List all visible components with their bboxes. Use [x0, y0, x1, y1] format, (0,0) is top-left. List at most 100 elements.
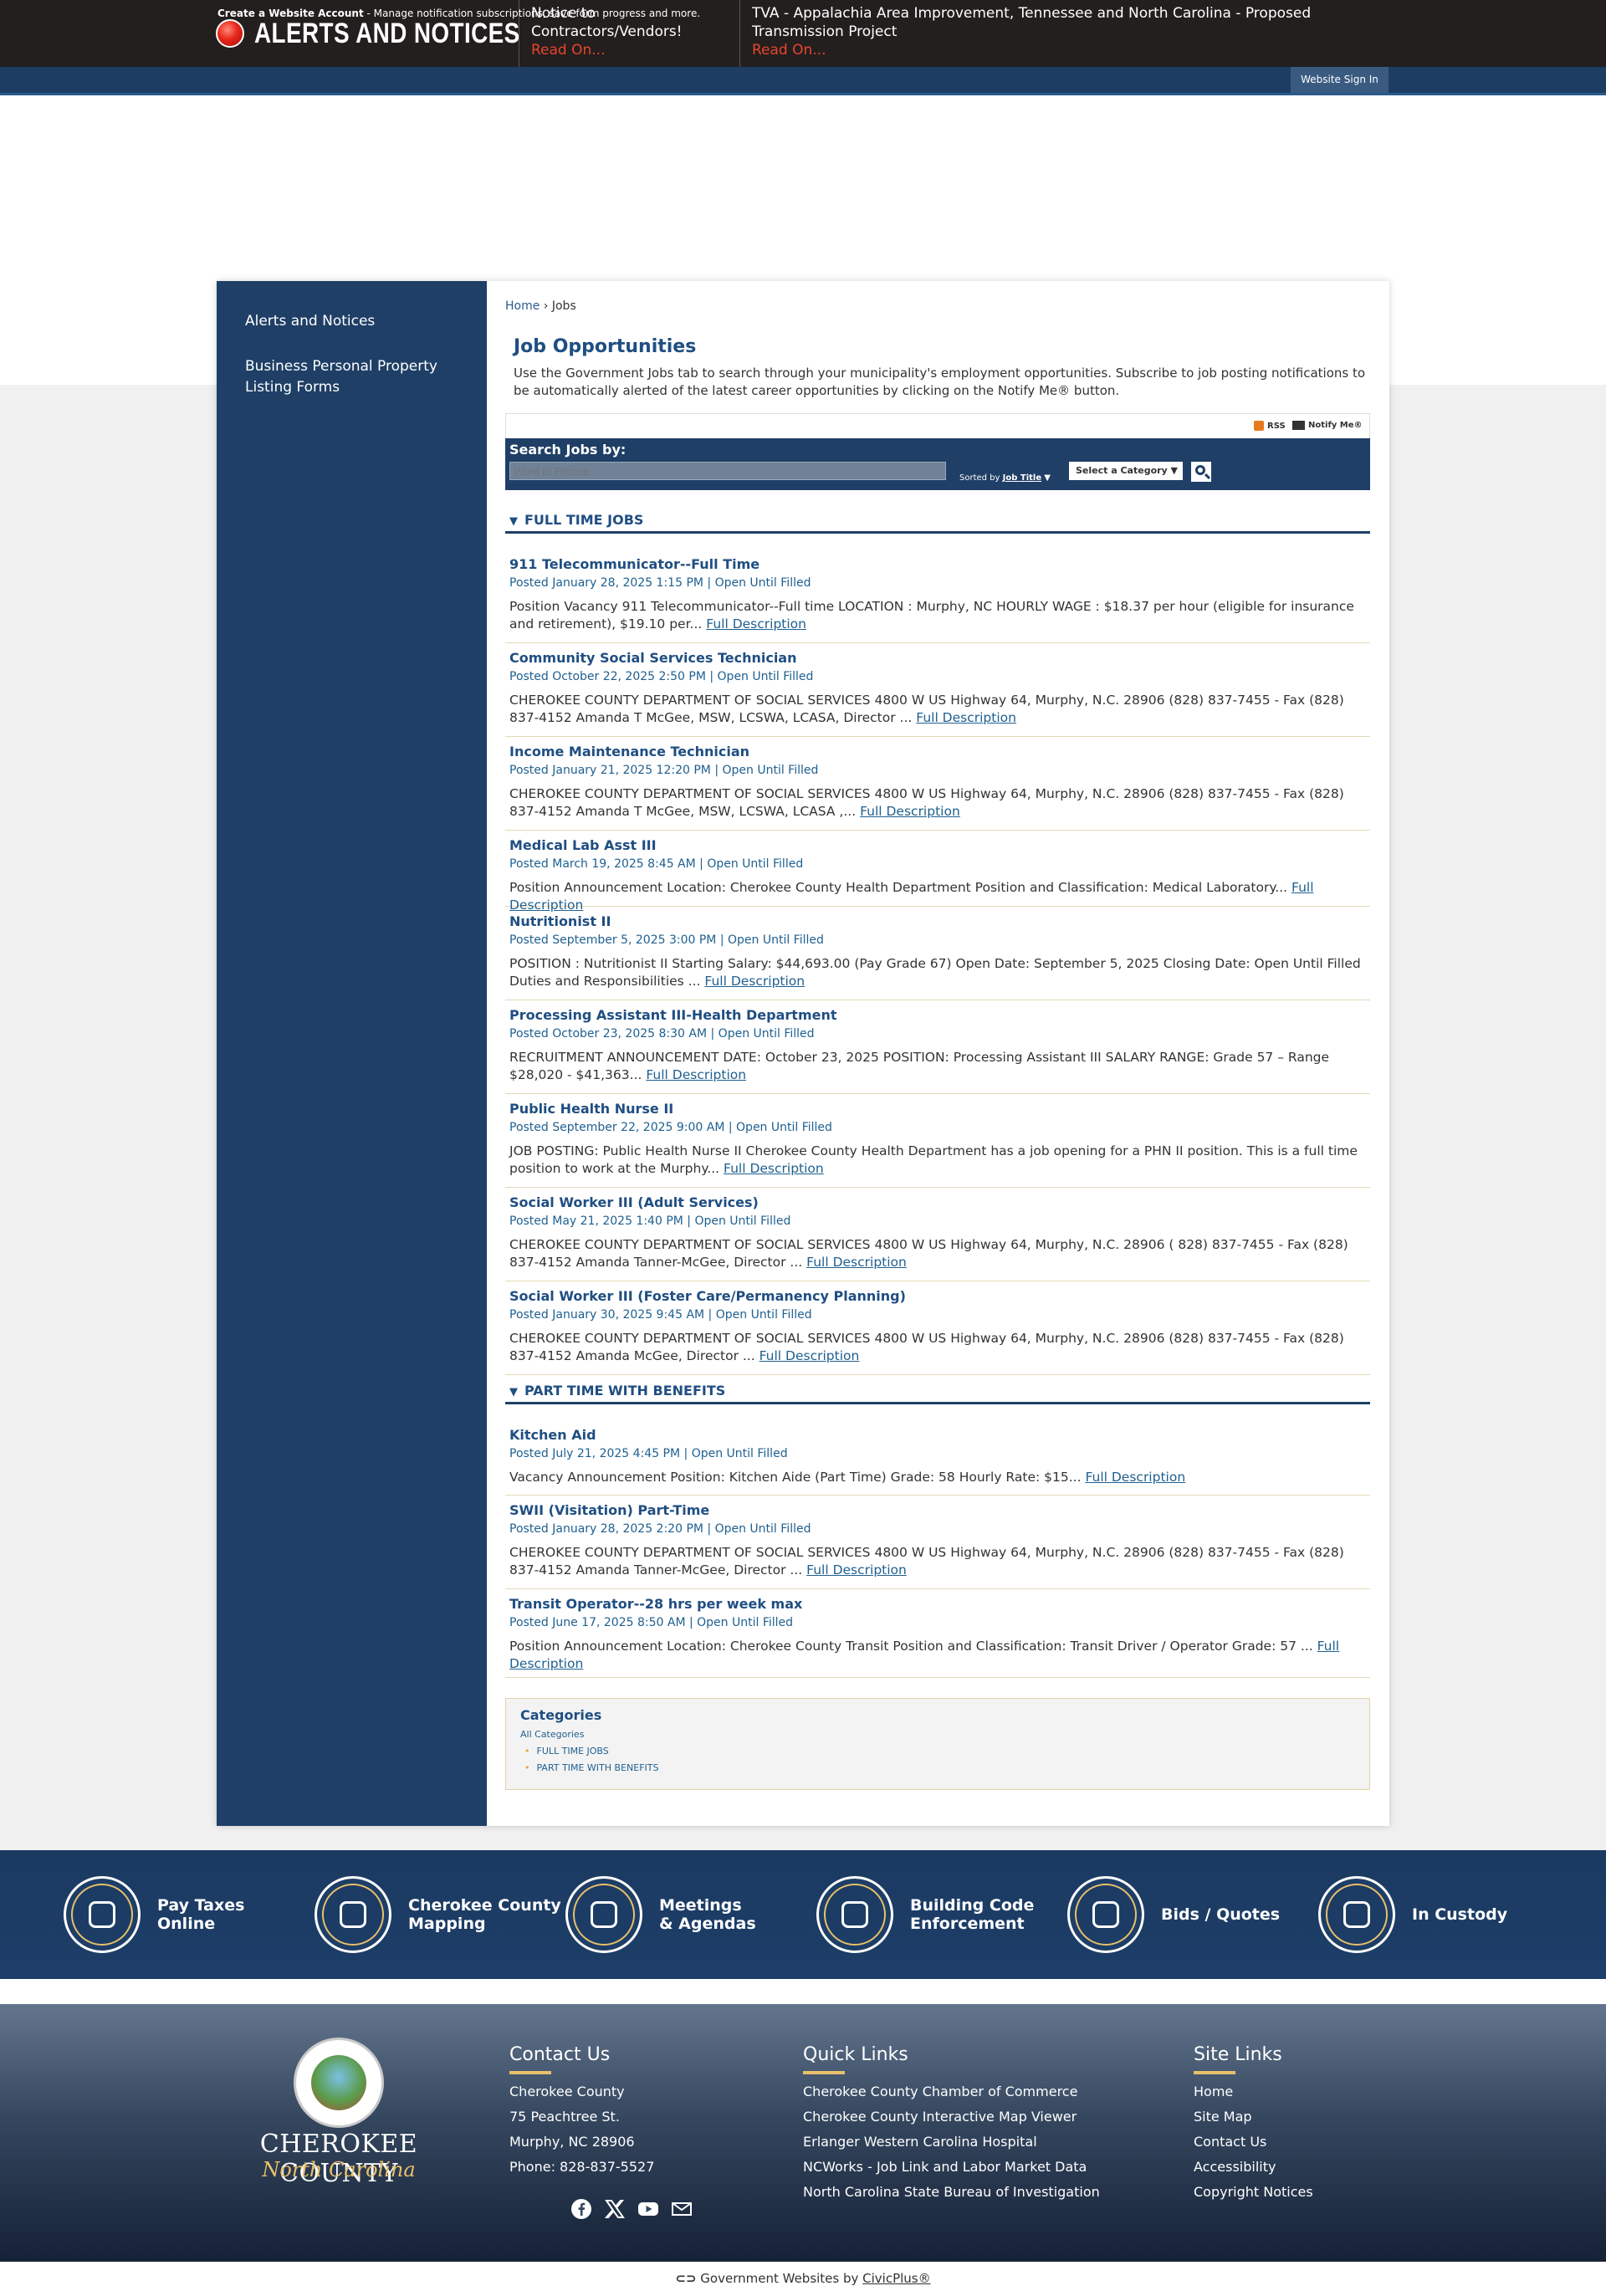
categories-title: Categories — [520, 1707, 602, 1723]
job-listing: Income Maintenance Technician Posted Janu… — [505, 737, 1370, 831]
quick-link-button[interactable]: Building Code Enforcement — [816, 1876, 1034, 1953]
job-title-link[interactable]: Transit Operator--28 hrs per week max — [509, 1596, 802, 1612]
site-link-copyright[interactable]: Copyright Notices — [1194, 2184, 1313, 2200]
category-link-part-time[interactable]: • PART TIME WITH BENEFITS — [524, 1762, 658, 1773]
county-seal-logo[interactable] — [294, 2038, 384, 2128]
full-description-link[interactable]: Full Description — [704, 974, 805, 989]
breadcrumb-home[interactable]: Home — [505, 299, 540, 313]
contact-us-title: Contact Us — [509, 2044, 611, 2074]
job-description: Position Announcement Location: Cherokee… — [509, 1638, 1367, 1673]
notify-me-link[interactable]: Notify Me® — [1292, 421, 1363, 430]
search-button[interactable] — [1191, 462, 1211, 482]
category-select[interactable]: Select a Category ▼ — [1069, 462, 1183, 480]
county-state: North Carolina — [262, 2158, 416, 2181]
collapse-icon: ▼ — [509, 1386, 518, 1399]
section-part-time[interactable]: ▼ PART TIME WITH BENEFITS — [505, 1383, 1370, 1404]
full-description-link[interactable]: Full Description — [916, 710, 1016, 725]
sidebar-item-business-property[interactable]: Business Personal Property Listing Forms — [245, 356, 463, 398]
job-title-link[interactable]: Kitchen Aid — [509, 1427, 596, 1443]
job-posted-date: Posted October 23, 2025 8:30 AM | Open U… — [509, 1027, 815, 1041]
job-description: RECRUITMENT ANNOUNCEMENT DATE: October 2… — [509, 1049, 1367, 1084]
job-title-link[interactable]: Public Health Nurse II — [509, 1101, 673, 1117]
quick-link-button[interactable]: Pay Taxes Online — [64, 1876, 244, 1953]
full-description-link[interactable]: Full Description — [724, 1161, 824, 1176]
job-search-panel: Search Jobs by: Sorted by Job Title ▼ Se… — [505, 438, 1370, 490]
sort-field[interactable]: Job Title — [1003, 473, 1041, 483]
job-title-link[interactable]: Community Social Services Technician — [509, 650, 796, 666]
quick-link[interactable]: Cherokee County Interactive Map Viewer — [803, 2109, 1077, 2125]
quick-link-circle — [315, 1876, 391, 1953]
job-title-link[interactable]: Social Worker III (Foster Care/Permanenc… — [509, 1288, 906, 1304]
job-title-link[interactable]: Processing Assistant III-Health Departme… — [509, 1007, 837, 1023]
quick-link-button[interactable]: In Custody — [1318, 1876, 1507, 1953]
facebook-icon[interactable] — [570, 2198, 592, 2220]
full-description-link[interactable]: Full Description — [646, 1067, 746, 1082]
x-icon[interactable] — [604, 2198, 626, 2220]
create-account-link[interactable]: Create a Website Account — [217, 8, 364, 19]
search-label: Search Jobs by: — [509, 442, 627, 458]
read-on-link[interactable]: Read On... — [752, 41, 1313, 59]
job-title-link[interactable]: SWII (Visitation) Part-Time — [509, 1502, 709, 1518]
alert-icon — [216, 19, 244, 48]
site-link-site-map[interactable]: Site Map — [1194, 2109, 1252, 2125]
quick-link-button[interactable]: Bids / Quotes — [1067, 1876, 1280, 1953]
quick-link[interactable]: Erlanger Western Carolina Hospital — [803, 2134, 1037, 2150]
quick-link-label: Building Code Enforcement — [910, 1896, 1035, 1933]
job-posted-date: Posted October 22, 2025 2:50 PM | Open U… — [509, 670, 814, 683]
sign-in-button[interactable]: Website Sign In — [1291, 67, 1389, 93]
job-title-link[interactable]: Nutritionist II — [509, 913, 611, 929]
job-posted-date: Posted March 19, 2025 8:45 AM | Open Unt… — [509, 857, 804, 871]
quick-link-button[interactable]: Meetings & Agendas — [565, 1876, 756, 1953]
job-title-link[interactable]: Income Maintenance Technician — [509, 744, 749, 759]
full-description-link[interactable]: Full Description — [860, 804, 960, 819]
rss-link[interactable]: RSS — [1254, 421, 1286, 431]
quick-link-button[interactable]: Cherokee County Mapping — [315, 1876, 561, 1953]
section-full-time[interactable]: ▼ FULL TIME JOBS — [505, 512, 1370, 534]
job-title-link[interactable]: 911 Telecommunicator--Full Time — [509, 556, 760, 572]
job-posted-date: Posted May 21, 2025 1:40 PM | Open Until… — [509, 1214, 791, 1228]
breadcrumb: Home › Jobs — [505, 299, 576, 313]
civicplus-credit: ⊂⊃ Government Websites by CivicPlus® — [0, 2262, 1606, 2296]
site-links-title: Site Links — [1194, 2044, 1282, 2074]
email-icon[interactable] — [671, 2198, 693, 2220]
rss-label: RSS — [1267, 421, 1286, 431]
breadcrumb-current: Jobs — [551, 299, 576, 313]
job-title-link[interactable]: Medical Lab Asst III — [509, 837, 657, 853]
alert-text: TVA - Appalachia Area Improvement, Tenne… — [752, 5, 1312, 40]
feed-toolbar: RSS Notify Me® — [505, 413, 1370, 438]
quick-link-circle — [1067, 1876, 1144, 1953]
all-categories-link[interactable]: All Categories — [520, 1729, 584, 1740]
full-description-link[interactable]: Full Description — [760, 1348, 860, 1363]
quick-link[interactable]: North Carolina State Bureau of Investiga… — [803, 2184, 1100, 2200]
search-icon — [1195, 465, 1205, 475]
quick-links-title: Quick Links — [803, 2044, 908, 2074]
sidebar-item-alerts[interactable]: Alerts and Notices — [245, 311, 463, 332]
job-posted-date: Posted January 30, 2025 9:45 AM | Open U… — [509, 1308, 812, 1322]
job-listing: Public Health Nurse II Posted September 2… — [505, 1094, 1370, 1188]
alert-item[interactable]: TVA - Appalachia Area Improvement, Tenne… — [739, 0, 1325, 67]
civicplus-link[interactable]: CivicPlus® — [862, 2271, 930, 2286]
job-posted-date: Posted September 5, 2025 3:00 PM | Open … — [509, 933, 824, 947]
quick-link[interactable]: Cherokee County Chamber of Commerce — [803, 2084, 1077, 2099]
contact-line: Murphy, NC 28906 — [509, 2134, 635, 2150]
site-link-home[interactable]: Home — [1194, 2084, 1233, 2099]
sort-control[interactable]: Sorted by Job Title ▼ — [959, 473, 1051, 483]
category-link-full-time[interactable]: • FULL TIME JOBS — [524, 1746, 609, 1757]
alerts-title: ALERTS AND NOTICES — [254, 17, 520, 49]
job-description: Position Vacancy 911 Telecommunicator--F… — [509, 598, 1367, 633]
youtube-icon[interactable] — [637, 2198, 659, 2220]
site-link-contact[interactable]: Contact Us — [1194, 2134, 1266, 2150]
site-link-accessibility[interactable]: Accessibility — [1194, 2159, 1276, 2175]
full-description-link[interactable]: Full Description — [806, 1255, 907, 1270]
quick-link-label: In Custody — [1412, 1905, 1508, 1924]
quick-link[interactable]: NCWorks - Job Link and Labor Market Data — [803, 2159, 1087, 2175]
full-description-link[interactable]: Full Description — [706, 616, 806, 632]
read-on-link[interactable]: Read On... — [531, 41, 728, 59]
search-input[interactable] — [509, 462, 946, 480]
full-description-link[interactable]: Full Description — [1085, 1470, 1185, 1485]
job-title-link[interactable]: Social Worker III (Adult Services) — [509, 1194, 759, 1210]
job-posted-date: Posted January 21, 2025 12:20 PM | Open … — [509, 764, 819, 777]
job-listing: SWII (Visitation) Part-Time Posted Januar… — [505, 1496, 1370, 1589]
map-icon — [340, 1901, 366, 1928]
full-description-link[interactable]: Full Description — [806, 1562, 907, 1578]
